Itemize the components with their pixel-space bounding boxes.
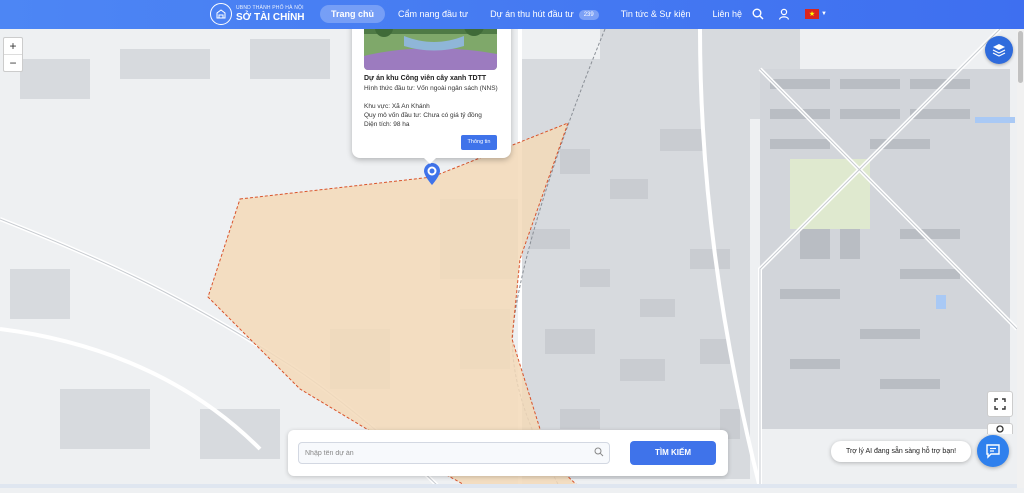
layers-icon — [992, 44, 1006, 57]
user-icon[interactable] — [776, 6, 792, 22]
nav-investment-projects[interactable]: Dự án thu hút đầu tư 239 — [479, 5, 610, 23]
emblem-icon — [210, 3, 232, 25]
bottom-edge — [0, 484, 1017, 488]
investment-form: Hình thức đầu tư: Vốn ngoài ngân sách (N… — [364, 85, 498, 92]
scrollbar[interactable] — [1017, 29, 1024, 488]
chat-icon — [986, 444, 1000, 459]
project-search-input[interactable] — [298, 442, 610, 464]
ai-assistant-bubble[interactable]: Trợ lý AI đang sẵn sàng hỗ trợ bạn! — [831, 441, 971, 462]
nav-contact[interactable]: Liên hệ — [701, 5, 753, 23]
investment-scale: Quy mô vốn đầu tư: Chưa có giá tỷ đồng — [364, 112, 482, 119]
info-button[interactable]: Thông tin — [461, 135, 497, 150]
project-area-region: Khu vực: Xã An Khánh — [364, 103, 430, 110]
nav-home[interactable]: Trang chủ — [320, 5, 386, 23]
map-tiles — [0, 27, 1024, 490]
chat-button[interactable] — [977, 435, 1009, 467]
project-popup: Dự án khu Công viên cây xanh TDTT Hình t… — [352, 16, 511, 164]
chevron-down-icon: ▼ — [821, 11, 827, 17]
zoom-in-button[interactable]: + — [4, 38, 22, 54]
project-location-pin-icon[interactable] — [424, 163, 440, 185]
nav-investment-guide[interactable]: Cẩm nang đầu tư — [387, 5, 479, 23]
map-canvas[interactable] — [0, 27, 1024, 490]
popup-title: Dự án khu Công viên cây xanh TDTT — [364, 75, 487, 82]
search-icon[interactable] — [750, 6, 766, 22]
nav-projects-label: Dự án thu hút đầu tư — [490, 9, 574, 19]
nav-news-events[interactable]: Tin tức & Sự kiện — [610, 5, 702, 23]
locate-icon — [996, 425, 1004, 433]
search-panel: TÌM KIẾM — [288, 430, 728, 476]
site-logo[interactable]: UBND THÀNH PHỐ HÀ NỘI SỞ TÀI CHÍNH — [210, 3, 305, 25]
search-button[interactable]: TÌM KIẾM — [630, 441, 716, 465]
locate-button[interactable] — [987, 423, 1013, 434]
search-icon[interactable] — [594, 447, 604, 457]
logo-subtitle: UBND THÀNH PHỐ HÀ NỘI — [236, 4, 304, 11]
zoom-control: + − — [3, 37, 23, 72]
zoom-out-button[interactable]: − — [4, 54, 22, 71]
main-nav: Trang chủ Cẩm nang đầu tư Dự án thu hút … — [320, 5, 753, 23]
logo-title: SỞ TÀI CHÍNH — [236, 11, 305, 23]
vietnam-flag-icon: ★ — [805, 9, 820, 19]
fullscreen-icon — [994, 398, 1006, 410]
language-selector[interactable]: ★ ▼ — [802, 6, 830, 22]
top-header: UBND THÀNH PHỐ HÀ NỘI SỞ TÀI CHÍNH Trang… — [0, 0, 1024, 29]
project-size: Diện tích: 98 ha — [364, 121, 410, 128]
layers-button[interactable] — [985, 36, 1013, 64]
scrollbar-thumb[interactable] — [1018, 31, 1023, 83]
projects-count-badge: 239 — [578, 9, 599, 20]
fullscreen-button[interactable] — [987, 391, 1013, 417]
